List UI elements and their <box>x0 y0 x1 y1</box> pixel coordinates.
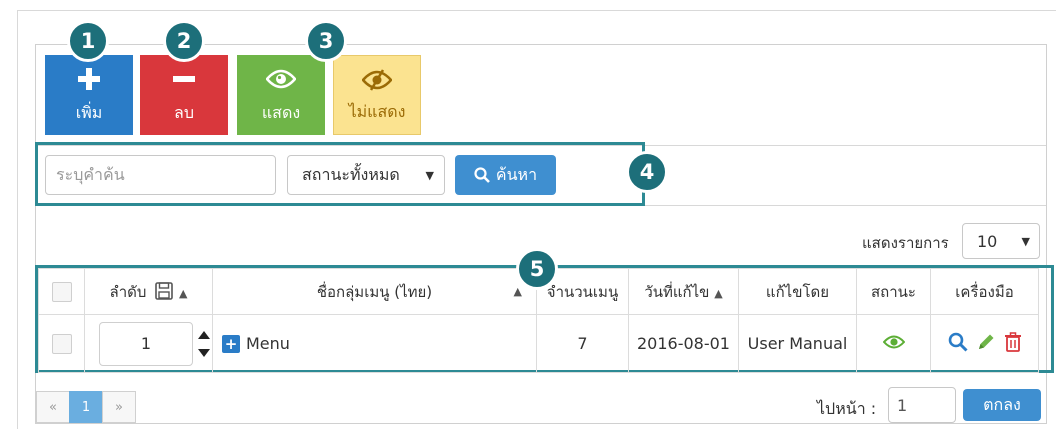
tools-cell <box>930 314 1039 373</box>
date-cell: 2016-08-01 <box>628 314 739 373</box>
step-badge-1: 1 <box>67 20 109 62</box>
header-order-label: ลำดับ <box>109 282 147 301</box>
pagination: « 1 » <box>36 391 136 423</box>
search-button-label: ค้นหา <box>495 164 538 184</box>
caret-down-icon: ▼ <box>425 169 434 182</box>
header-editor: แก้ไขโดย <box>738 268 857 315</box>
row-select-cell <box>38 314 85 373</box>
eye-icon[interactable] <box>882 335 905 349</box>
step-badge-5: 5 <box>516 248 558 290</box>
show-button[interactable]: แสดง <box>237 55 325 135</box>
step-badge-2: 2 <box>163 20 205 62</box>
step-badge-4: 4 <box>626 151 668 193</box>
caret-down-icon: ▼ <box>1021 235 1030 248</box>
page-size-value: 10 <box>977 231 998 251</box>
delete-button-label: ลบ <box>174 103 194 122</box>
show-button-label: แสดง <box>261 103 301 122</box>
hide-button[interactable]: ไม่แสดง <box>333 55 421 135</box>
row-checkbox[interactable] <box>51 333 72 354</box>
trash-icon[interactable] <box>1004 331 1022 352</box>
name-cell: + Menu <box>212 314 537 373</box>
header-name-label: ชื่อกลุ่มเมนู (ไทย) <box>316 282 433 301</box>
goto-page-input[interactable]: 1 <box>888 387 956 423</box>
order-stepper-icon[interactable] <box>197 327 211 361</box>
sort-asc-icon[interactable]: ▲ <box>514 285 522 298</box>
menu-group-name[interactable]: Menu <box>246 334 290 353</box>
minus-icon <box>140 67 228 91</box>
expand-icon[interactable]: + <box>222 334 240 353</box>
eye-icon <box>237 67 325 91</box>
header-date-label: วันที่แก้ไข <box>644 282 710 301</box>
header-date[interactable]: วันที่แก้ไข ▲ <box>628 268 739 315</box>
delete-button[interactable]: ลบ <box>140 55 228 135</box>
select-all-checkbox[interactable] <box>51 281 72 302</box>
page-size-select[interactable]: 10 ▼ <box>962 223 1040 259</box>
order-cell: 1 <box>84 314 213 373</box>
status-select-value: สถานะทั้งหมด <box>302 164 400 184</box>
header-name[interactable]: ชื่อกลุ่มเมนู (ไทย) ▲ <box>212 268 537 315</box>
status-select[interactable]: สถานะทั้งหมด ▼ <box>287 155 445 195</box>
pagination-prev[interactable]: « <box>36 391 70 423</box>
eye-slash-icon <box>334 68 420 92</box>
page-size-label: แสดงรายการ <box>862 234 949 252</box>
hide-button-label: ไม่แสดง <box>348 102 406 121</box>
plus-icon <box>45 67 133 91</box>
pagination-next[interactable]: » <box>102 391 136 423</box>
header-status: สถานะ <box>856 268 931 315</box>
header-tools: เครื่องมือ <box>930 268 1039 315</box>
add-button-label: เพิ่ม <box>75 103 103 122</box>
table-row: 1 + Menu 7 2016-08-01 User Manual <box>38 314 1039 373</box>
view-search-icon[interactable] <box>948 332 968 352</box>
goto-page-label: ไปหน้า : <box>817 399 877 418</box>
order-input[interactable]: 1 <box>99 321 193 366</box>
magnifier-icon <box>474 167 490 183</box>
header-order[interactable]: ลำดับ ▲ <box>84 268 213 315</box>
save-order-icon[interactable] <box>154 281 174 301</box>
sort-asc-icon[interactable]: ▲ <box>179 287 187 300</box>
header-select-cell <box>38 268 85 315</box>
editor-cell: User Manual <box>738 314 857 373</box>
status-cell <box>856 314 931 373</box>
sort-asc-icon[interactable]: ▲ <box>714 287 722 300</box>
step-badge-3: 3 <box>305 20 347 62</box>
search-button[interactable]: ค้นหา <box>455 155 556 195</box>
goto-ok-button[interactable]: ตกลง <box>963 389 1041 421</box>
pagination-page-1[interactable]: 1 <box>69 391 103 423</box>
edit-pencil-icon[interactable] <box>976 332 996 352</box>
add-button[interactable]: เพิ่ม <box>45 55 133 135</box>
search-input[interactable]: ระบุคำค้น <box>45 155 276 195</box>
count-cell: 7 <box>536 314 629 373</box>
